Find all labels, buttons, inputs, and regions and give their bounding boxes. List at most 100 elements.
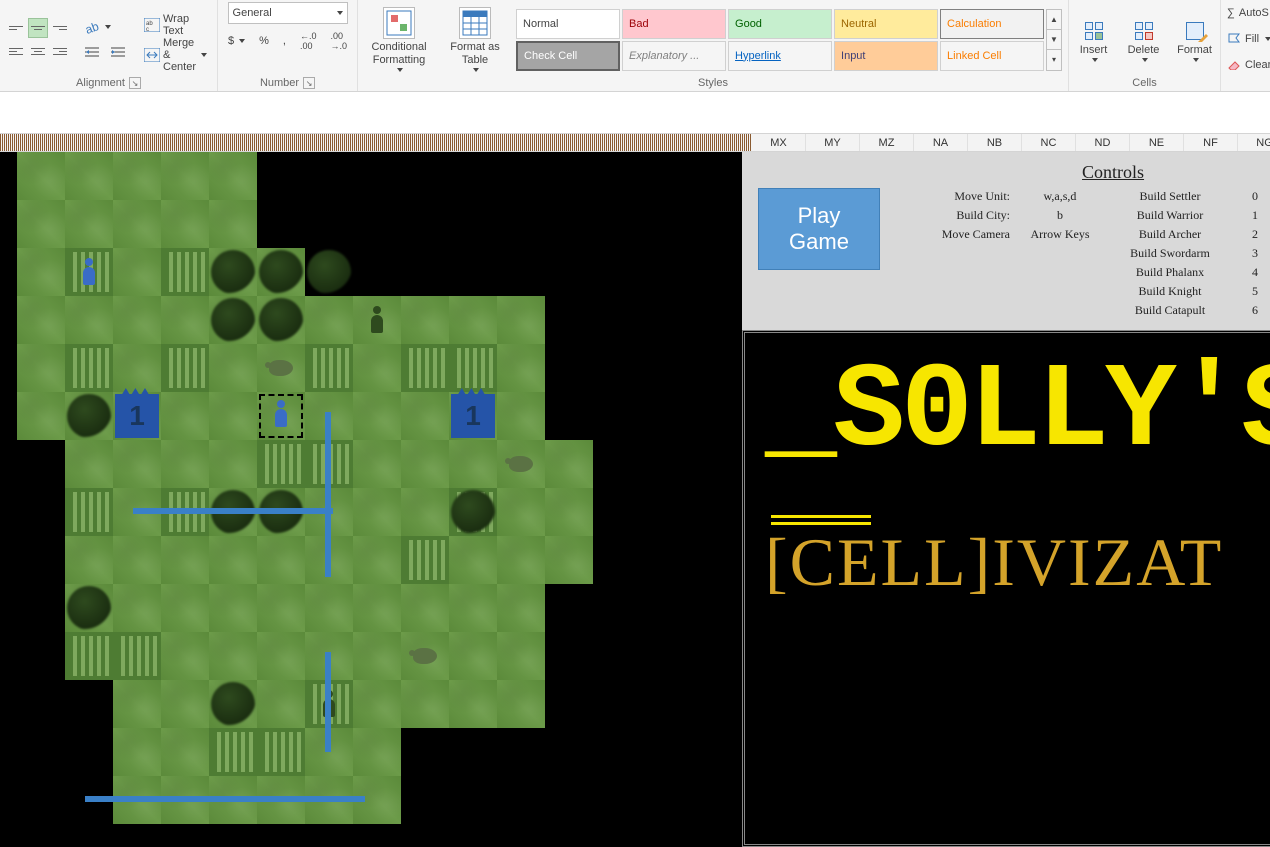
map-tile[interactable] xyxy=(497,488,545,536)
delete-button[interactable]: Delete xyxy=(1121,7,1167,73)
decrease-decimal[interactable]: .00→.0 xyxy=(327,30,352,52)
map-tile[interactable] xyxy=(353,440,401,488)
style-input[interactable]: Input xyxy=(834,41,938,71)
map-tile[interactable] xyxy=(65,200,113,248)
map-tile[interactable] xyxy=(449,440,497,488)
map-tile[interactable] xyxy=(161,200,209,248)
style-check-cell[interactable]: Check Cell xyxy=(516,41,620,71)
map-tile[interactable] xyxy=(113,632,161,680)
map-tile[interactable] xyxy=(161,632,209,680)
align-top[interactable] xyxy=(6,18,26,38)
map-tile[interactable] xyxy=(449,680,497,728)
col-header-MX[interactable]: MX xyxy=(752,134,806,151)
map-tile[interactable] xyxy=(65,440,113,488)
map-tile[interactable] xyxy=(353,344,401,392)
city[interactable]: 1 xyxy=(451,394,495,438)
map-tile[interactable] xyxy=(209,632,257,680)
map-tile[interactable] xyxy=(65,536,113,584)
city[interactable]: 1 xyxy=(115,394,159,438)
game-map[interactable]: 11 xyxy=(0,152,742,847)
col-header-NA[interactable]: NA xyxy=(914,134,968,151)
map-tile[interactable] xyxy=(257,584,305,632)
align-left[interactable] xyxy=(6,41,26,61)
style-explanatory-[interactable]: Explanatory ... xyxy=(622,41,726,71)
map-tile[interactable] xyxy=(449,632,497,680)
map-tile[interactable] xyxy=(353,632,401,680)
map-tile[interactable] xyxy=(401,488,449,536)
worksheet[interactable]: MXMYMZNANBNCNDNENFNG 11 Play Game Contro… xyxy=(0,134,1270,847)
fill-button[interactable]: Fill xyxy=(1227,28,1270,50)
map-tile[interactable] xyxy=(401,440,449,488)
map-tile[interactable] xyxy=(545,536,593,584)
col-header-NF[interactable]: NF xyxy=(1184,134,1238,151)
style-linked-cell[interactable]: Linked Cell xyxy=(940,41,1044,71)
align-right[interactable] xyxy=(50,41,70,61)
map-tile[interactable] xyxy=(209,440,257,488)
gallery-scroll-up[interactable]: ▲ xyxy=(1047,10,1061,30)
col-header-MZ[interactable]: MZ xyxy=(860,134,914,151)
unit[interactable] xyxy=(77,258,101,286)
map-tile[interactable] xyxy=(209,200,257,248)
increase-decimal[interactable]: ←.0.00 xyxy=(296,30,321,52)
alignment-launcher[interactable]: ↘ xyxy=(129,77,141,89)
increase-indent[interactable] xyxy=(106,41,130,63)
map-tile[interactable] xyxy=(305,296,353,344)
map-tile[interactable] xyxy=(497,536,545,584)
map-tile[interactable] xyxy=(161,152,209,200)
map-tile[interactable] xyxy=(113,200,161,248)
map-tile[interactable] xyxy=(209,728,257,776)
comma-button[interactable]: , xyxy=(279,30,290,52)
map-tile[interactable] xyxy=(497,296,545,344)
map-tile[interactable] xyxy=(353,488,401,536)
style-calculation[interactable]: Calculation xyxy=(940,9,1044,39)
map-tile[interactable] xyxy=(353,680,401,728)
map-tile[interactable] xyxy=(17,344,65,392)
format-button[interactable]: Format xyxy=(1171,7,1219,73)
map-tile[interactable] xyxy=(17,152,65,200)
map-tile[interactable] xyxy=(65,296,113,344)
map-tile[interactable] xyxy=(209,344,257,392)
map-tile[interactable] xyxy=(401,680,449,728)
map-tile[interactable] xyxy=(257,536,305,584)
map-tile[interactable] xyxy=(113,248,161,296)
map-tile[interactable] xyxy=(161,248,209,296)
map-tile[interactable] xyxy=(161,344,209,392)
style-bad[interactable]: Bad xyxy=(622,9,726,39)
number-format-dropdown[interactable]: General xyxy=(228,2,348,24)
wrap-text-button[interactable]: abc Wrap Text xyxy=(140,14,211,36)
align-center[interactable] xyxy=(28,41,48,61)
map-tile[interactable] xyxy=(545,488,593,536)
map-tile[interactable] xyxy=(17,200,65,248)
map-tile[interactable] xyxy=(65,344,113,392)
merge-center-button[interactable]: Merge & Center xyxy=(140,44,211,66)
style-good[interactable]: Good xyxy=(728,9,832,39)
map-tile[interactable] xyxy=(257,440,305,488)
map-tile[interactable] xyxy=(497,584,545,632)
map-tile[interactable] xyxy=(305,584,353,632)
style-normal[interactable]: Normal xyxy=(516,9,620,39)
percent-button[interactable]: % xyxy=(255,30,273,52)
currency-button[interactable]: $ xyxy=(224,30,249,52)
col-header-NE[interactable]: NE xyxy=(1130,134,1184,151)
map-tile[interactable] xyxy=(401,584,449,632)
map-tile[interactable] xyxy=(209,152,257,200)
number-launcher[interactable]: ↘ xyxy=(303,77,315,89)
map-tile[interactable] xyxy=(65,152,113,200)
map-tile[interactable] xyxy=(65,632,113,680)
map-tile[interactable] xyxy=(113,344,161,392)
map-tile[interactable] xyxy=(353,728,401,776)
map-tile[interactable] xyxy=(257,728,305,776)
map-tile[interactable] xyxy=(17,248,65,296)
map-tile[interactable] xyxy=(449,296,497,344)
col-header-ND[interactable]: ND xyxy=(1076,134,1130,151)
map-tile[interactable] xyxy=(401,392,449,440)
gallery-expand[interactable]: ▾ xyxy=(1047,50,1061,70)
map-tile[interactable] xyxy=(353,536,401,584)
format-as-table-button[interactable]: Format as Table xyxy=(440,7,510,73)
map-tile[interactable] xyxy=(113,728,161,776)
map-tile[interactable] xyxy=(353,392,401,440)
map-tile[interactable] xyxy=(257,680,305,728)
style-hyperlink[interactable]: Hyperlink xyxy=(728,41,832,71)
map-tile[interactable] xyxy=(401,296,449,344)
map-tile[interactable] xyxy=(113,296,161,344)
